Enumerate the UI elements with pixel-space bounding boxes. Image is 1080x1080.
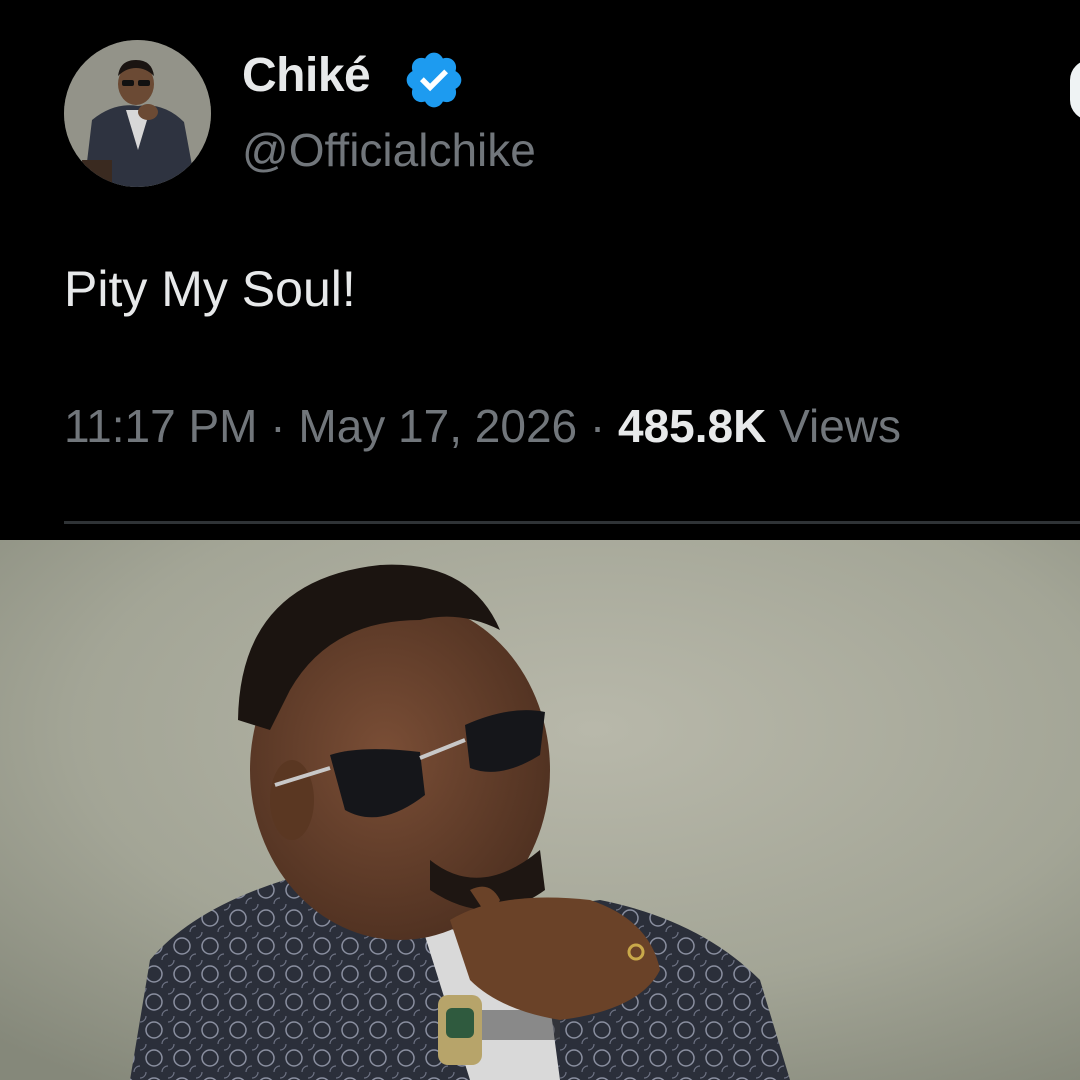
tweet-card: Chiké @Officialchike Pity My Soul! 11:17… — [0, 0, 1080, 540]
user-handle[interactable]: @Officialchike — [242, 120, 536, 180]
meta-separator: · — [270, 400, 286, 452]
tweet-text: Pity My Soul! — [64, 261, 356, 317]
avatar[interactable] — [64, 40, 211, 187]
meta-separator: · — [589, 400, 606, 452]
tweet-time[interactable]: 11:17 PM — [64, 400, 257, 452]
tweet-date[interactable]: May 17, 2026 — [298, 400, 577, 452]
attached-photo[interactable] — [0, 540, 1080, 1080]
follow-button[interactable] — [1070, 60, 1080, 120]
divider — [64, 521, 1080, 524]
views-count[interactable]: 485.8K — [618, 400, 766, 452]
attached-photo-image — [0, 540, 1080, 1080]
tweet-screenshot: Chiké @Officialchike Pity My Soul! 11:17… — [0, 0, 1080, 1080]
verified-badge-icon — [402, 48, 466, 112]
tweet-metadata: 11:17 PM · May 17, 2026 · 485.8K Views — [64, 396, 901, 456]
display-name[interactable]: Chiké — [242, 46, 371, 106]
views-label[interactable]: Views — [779, 400, 901, 452]
avatar-image — [64, 40, 211, 187]
